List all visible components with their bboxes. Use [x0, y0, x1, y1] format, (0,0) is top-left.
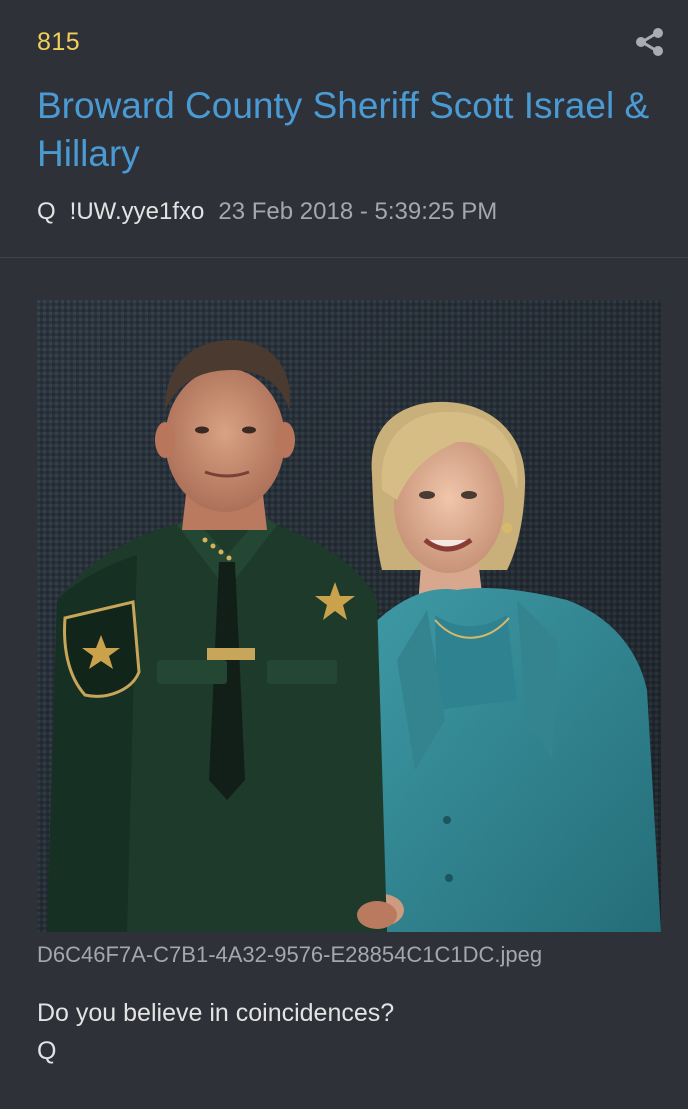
post-header: 815 Broward County Sheriff Scott Israel … — [0, 0, 688, 258]
body-signature: Q — [37, 1037, 57, 1065]
author-name: Q — [37, 198, 56, 225]
attachment-filename[interactable]: D6C46F7A-C7B1-4A32-9576-E28854C1C1DC.jpe… — [37, 942, 542, 968]
post-number: 815 — [37, 28, 81, 56]
tripcode: !UW.yye1fxo — [69, 198, 205, 225]
attached-photo[interactable] — [37, 300, 661, 932]
body-line: Do you believe in coincidences? — [37, 999, 395, 1027]
post-timestamp: 23 Feb 2018 - 5:39:25 PM — [218, 198, 498, 225]
share-icon[interactable] — [634, 26, 666, 58]
post-meta: Q !UW.yye1fxo 23 Feb 2018 - 5:39:25 PM — [37, 198, 497, 226]
sheriff-badge-patch — [63, 600, 141, 698]
post-body: Do you believe in coincidences? Q — [37, 994, 394, 1070]
post-title[interactable]: Broward County Sheriff Scott Israel & Hi… — [37, 82, 667, 178]
